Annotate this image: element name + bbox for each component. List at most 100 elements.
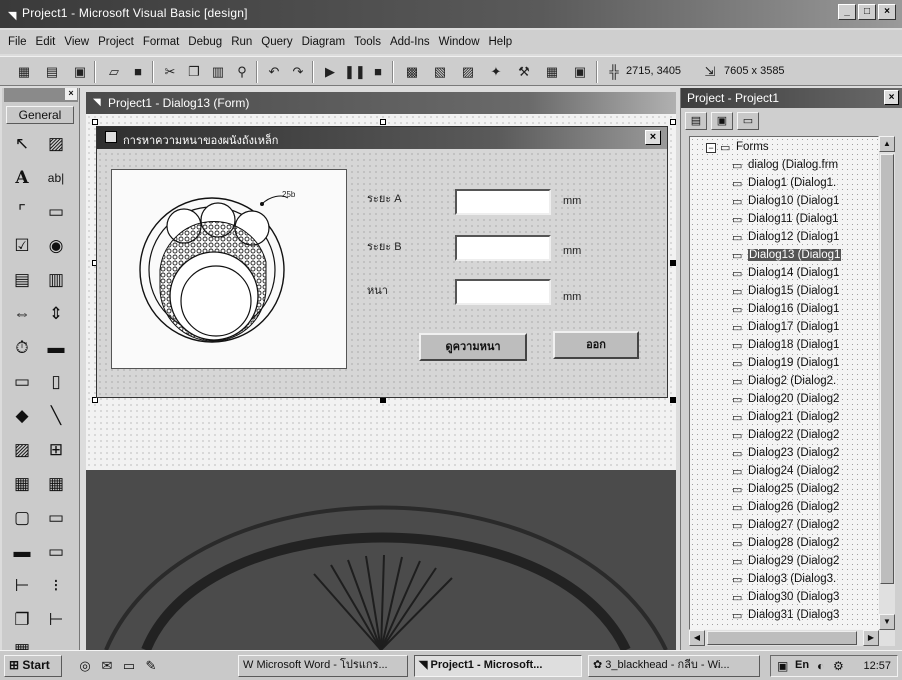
grid-icon[interactable]: ▦ [42, 470, 70, 498]
scroll-down-icon[interactable]: ▼ [879, 614, 895, 630]
imagelist-icon[interactable]: ❐ [8, 606, 36, 634]
quicklaunch-channels-icon[interactable]: ✎ [142, 657, 160, 675]
collapse-toggle-icon[interactable]: − [706, 143, 716, 153]
find-icon[interactable]: ⚲ [232, 62, 252, 82]
start-button[interactable]: ⊞ Start [4, 655, 62, 677]
undo-icon[interactable]: ↶ [264, 62, 284, 82]
break-icon[interactable]: ❚❚ [344, 62, 366, 82]
toolbox-close-button[interactable]: × [65, 88, 77, 100]
menu-add-ins[interactable]: Add-Ins [390, 36, 430, 48]
data-view-icon[interactable]: ▦ [542, 62, 562, 82]
component-manager-icon[interactable]: ▣ [570, 62, 590, 82]
quicklaunch-outlook-icon[interactable]: ✉ [98, 657, 116, 675]
thickness-output[interactable] [455, 279, 551, 305]
image-icon[interactable]: ▨ [8, 436, 36, 464]
menu-edit[interactable]: Edit [36, 36, 56, 48]
paste-icon[interactable]: ▥ [208, 62, 228, 82]
treeview-icon[interactable]: ⊢ [8, 572, 36, 600]
vscrollbar-icon[interactable]: ⇕ [42, 300, 70, 328]
view-code-icon[interactable]: ▤ [685, 112, 707, 130]
picturebox-icon[interactable]: ▨ [42, 130, 70, 158]
scroll-left-icon[interactable]: ◀ [689, 630, 705, 646]
line-icon[interactable]: ╲ [42, 402, 70, 430]
horizontal-scroll-thumb[interactable] [707, 631, 857, 645]
drivelistbox-icon[interactable]: ▬ [42, 334, 70, 362]
checkbox-icon[interactable]: ☑ [8, 232, 36, 260]
close-button[interactable]: × [878, 4, 896, 20]
timer-icon[interactable]: ⏱ [8, 334, 36, 362]
toolbar-control-icon[interactable]: ▭ [42, 504, 70, 532]
project-tree-horizontal-scrollbar[interactable]: ◀ ▶ [689, 630, 895, 646]
menu-tools[interactable]: Tools [354, 36, 381, 48]
slider-icon[interactable]: ⊢ [42, 606, 70, 634]
listview-icon[interactable]: ⁝ [42, 572, 70, 600]
tray-task-scheduler-icon[interactable]: ⚙ [833, 659, 844, 673]
pointer-icon[interactable]: ↖ [8, 130, 36, 158]
scroll-up-icon[interactable]: ▲ [879, 136, 895, 152]
hscrollbar-icon[interactable]: ⇔ [8, 300, 36, 328]
frame-icon[interactable]: ⌜ [8, 198, 36, 226]
menu-query[interactable]: Query [261, 36, 292, 48]
resize-handle-br[interactable] [670, 397, 676, 403]
properties-window-icon[interactable]: ▧ [430, 62, 450, 82]
toolbox-icon[interactable]: ⚒ [514, 62, 534, 82]
tray-network-icon[interactable]: ▣ [777, 659, 788, 673]
compute-thickness-button[interactable]: ดูความหนา [419, 333, 527, 361]
object-browser-icon[interactable]: ✦ [486, 62, 506, 82]
menu-project[interactable]: Project [98, 36, 134, 48]
optionbutton-icon[interactable]: ◉ [42, 232, 70, 260]
taskbar-item-word[interactable]: W Microsoft Word - โปรแกร... [238, 655, 408, 677]
menu-file[interactable]: File [8, 36, 27, 48]
menu-window[interactable]: Window [439, 36, 480, 48]
distance-a-input[interactable] [455, 189, 551, 215]
menu-debug[interactable]: Debug [188, 36, 222, 48]
project-tree[interactable]: − ▭ Forms ▭ dialog (Dialog.frm ▭ Dialog1 (D… [689, 136, 879, 630]
tabstrip-icon[interactable]: ▢ [8, 504, 36, 532]
save-project-icon[interactable]: ■ [128, 62, 148, 82]
menu-diagram[interactable]: Diagram [302, 36, 345, 48]
label-icon[interactable]: A [8, 164, 36, 192]
resize-handle-right[interactable] [670, 260, 676, 266]
form-layout-icon[interactable]: ▨ [458, 62, 478, 82]
commandbutton-icon[interactable]: ▭ [42, 198, 70, 226]
taskbar-item-vb-project[interactable]: ◥ Project1 - Microsoft... [414, 655, 582, 677]
textbox-icon[interactable]: ab| [42, 164, 70, 192]
tray-language-icon[interactable]: En [795, 659, 809, 671]
taskbar-item-image-viewer[interactable]: ✿ 3_blackhead - กลีบ - Wi... [588, 655, 760, 677]
project-explorer-close-button[interactable]: × [884, 90, 899, 105]
open-project-icon[interactable]: ▱ [104, 62, 124, 82]
add-project-icon[interactable]: ▦ [14, 62, 34, 82]
tray-volume-icon[interactable]: ◐ [817, 659, 824, 673]
menu-run[interactable]: Run [231, 36, 252, 48]
start-icon[interactable]: ▶ [320, 62, 340, 82]
view-object-icon[interactable]: ▣ [711, 112, 733, 130]
scroll-right-icon[interactable]: ▶ [863, 630, 879, 646]
exit-button[interactable]: ออก [553, 331, 639, 359]
statusbar-icon[interactable]: ▬ [8, 538, 36, 566]
dialog-close-button[interactable]: × [645, 130, 661, 145]
project-explorer-icon[interactable]: ▩ [402, 62, 422, 82]
toggle-folders-icon[interactable]: ▭ [737, 112, 759, 130]
redo-icon[interactable]: ↷ [288, 62, 308, 82]
project-tree-vertical-scrollbar[interactable]: ▲ ▼ [879, 136, 895, 630]
resize-handle-top[interactable] [380, 119, 386, 125]
cut-icon[interactable]: ✂ [160, 62, 180, 82]
toolbox-tab-general[interactable]: General [6, 106, 74, 124]
diagram-picturebox[interactable]: 25b [111, 169, 347, 369]
maximize-button[interactable]: □ [858, 4, 876, 20]
add-form-icon[interactable]: ▤ [42, 62, 62, 82]
ole-icon[interactable]: ▦ [8, 470, 36, 498]
resize-handle-tr[interactable] [670, 119, 676, 125]
resize-handle-tl[interactable] [92, 119, 98, 125]
filelistbox-icon[interactable]: ▯ [42, 368, 70, 396]
quicklaunch-desktop-icon[interactable]: ▭ [120, 657, 138, 675]
combobox-icon[interactable]: ▤ [8, 266, 36, 294]
listbox-icon[interactable]: ▥ [42, 266, 70, 294]
end-icon[interactable]: ■ [368, 62, 388, 82]
menu-format[interactable]: Format [143, 36, 179, 48]
distance-b-input[interactable] [455, 235, 551, 261]
dialog-form[interactable]: การหาความหนาของผนังถังเหล็ก × 25b ระยะ A… [96, 126, 668, 398]
vertical-scroll-thumb[interactable] [880, 154, 894, 584]
quicklaunch-ie-icon[interactable]: ◎ [76, 657, 94, 675]
data-icon[interactable]: ⊞ [42, 436, 70, 464]
